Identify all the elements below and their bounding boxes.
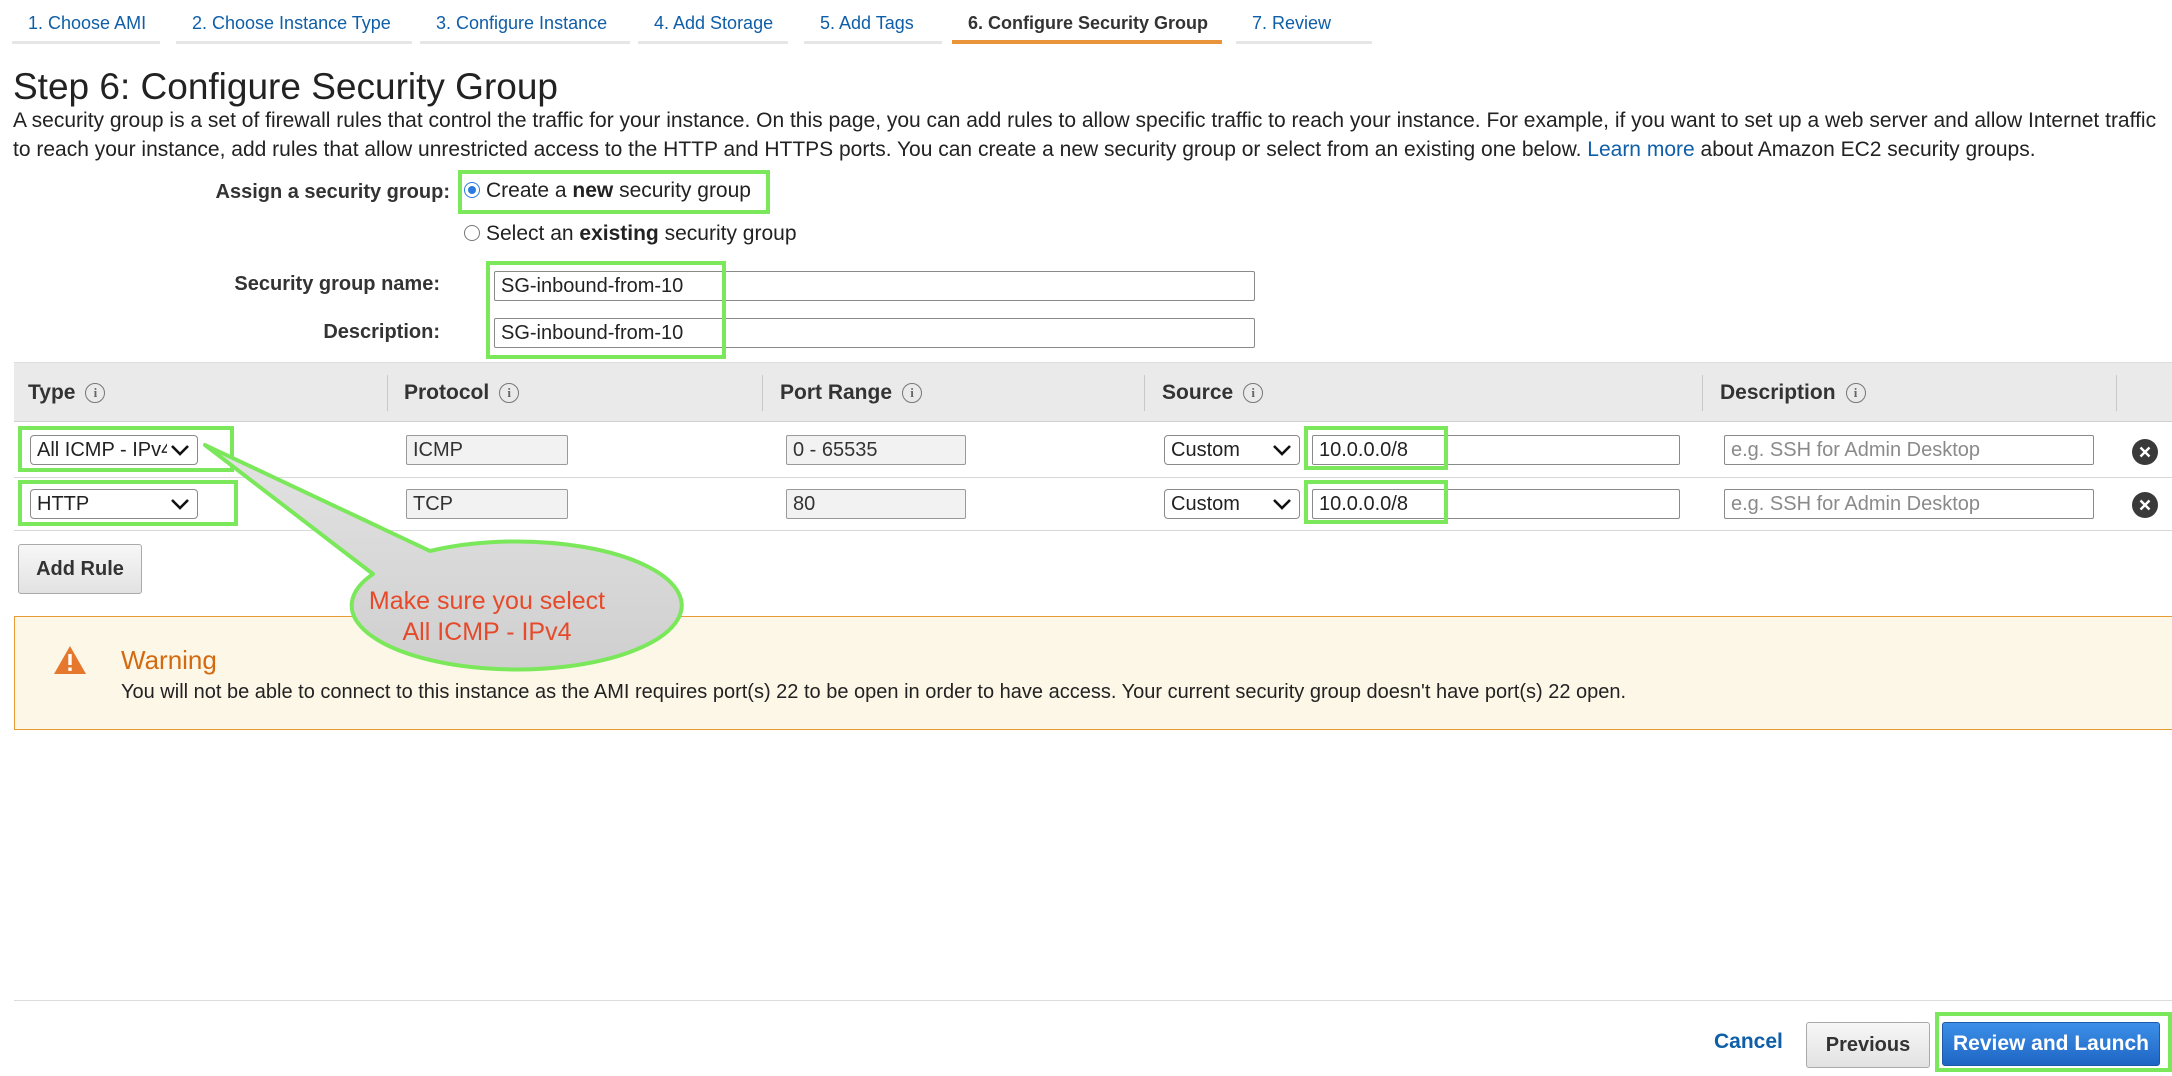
remove-rule-1-icon[interactable] [2132, 439, 2158, 465]
rule-2-description-input[interactable]: e.g. SSH for Admin Desktop [1724, 489, 2094, 519]
info-icon[interactable]: i [1243, 383, 1264, 403]
info-icon[interactable]: i [1845, 383, 1866, 403]
chevron-down-icon [1269, 490, 1295, 518]
header-description: Description i [1720, 363, 1866, 423]
cancel-link[interactable]: Cancel [1714, 1030, 1783, 1054]
previous-button[interactable]: Previous [1806, 1022, 1930, 1068]
column-divider [2116, 375, 2117, 411]
tab-add-tags[interactable]: 5. Add Tags [804, 0, 942, 44]
tab-review[interactable]: 7. Review [1236, 0, 1372, 44]
tab-configure-security-group[interactable]: 6. Configure Security Group [952, 0, 1222, 44]
intro-suffix: about Amazon EC2 security groups. [1700, 138, 2036, 161]
learn-more-link[interactable]: Learn more [1587, 138, 1694, 161]
header-description-text: Description [1720, 381, 1836, 404]
rule-2-description-placeholder: e.g. SSH for Admin Desktop [1731, 493, 1981, 515]
callout-text: Make sure you select All ICMP - IPv4 [322, 586, 652, 648]
remove-rule-2-icon[interactable] [2132, 492, 2158, 518]
column-divider [1144, 375, 1145, 411]
header-port-range-text: Port Range [780, 381, 893, 404]
footer-divider [14, 1000, 2172, 1001]
column-divider [1702, 375, 1703, 411]
header-port-range: Port Range i [780, 363, 923, 423]
header-source-text: Source [1162, 381, 1234, 404]
highlight-rule-1-source [1304, 426, 1448, 470]
callout-line-2: All ICMP - IPv4 [402, 618, 572, 646]
rule-2-source-select[interactable]: Custom [1164, 489, 1300, 519]
highlight-review-button [1935, 1012, 2172, 1072]
highlight-rule-2-source [1304, 480, 1448, 524]
info-icon[interactable]: i [902, 383, 923, 403]
rule-1-description-input[interactable]: e.g. SSH for Admin Desktop [1724, 435, 2094, 465]
rule-2-source-type: Custom [1171, 493, 1240, 515]
callout-line-1: Make sure you select [368, 587, 606, 615]
column-divider [762, 375, 763, 411]
header-source: Source i [1162, 363, 1264, 423]
rule-1-description-placeholder: e.g. SSH for Admin Desktop [1731, 439, 1981, 461]
rule-1-source-type: Custom [1171, 439, 1240, 461]
rule-2-port-range: 80 [786, 489, 966, 519]
chevron-down-icon [1269, 436, 1295, 464]
rule-1-port-range: 0 - 65535 [786, 435, 966, 465]
rule-1-source-select[interactable]: Custom [1164, 435, 1300, 465]
